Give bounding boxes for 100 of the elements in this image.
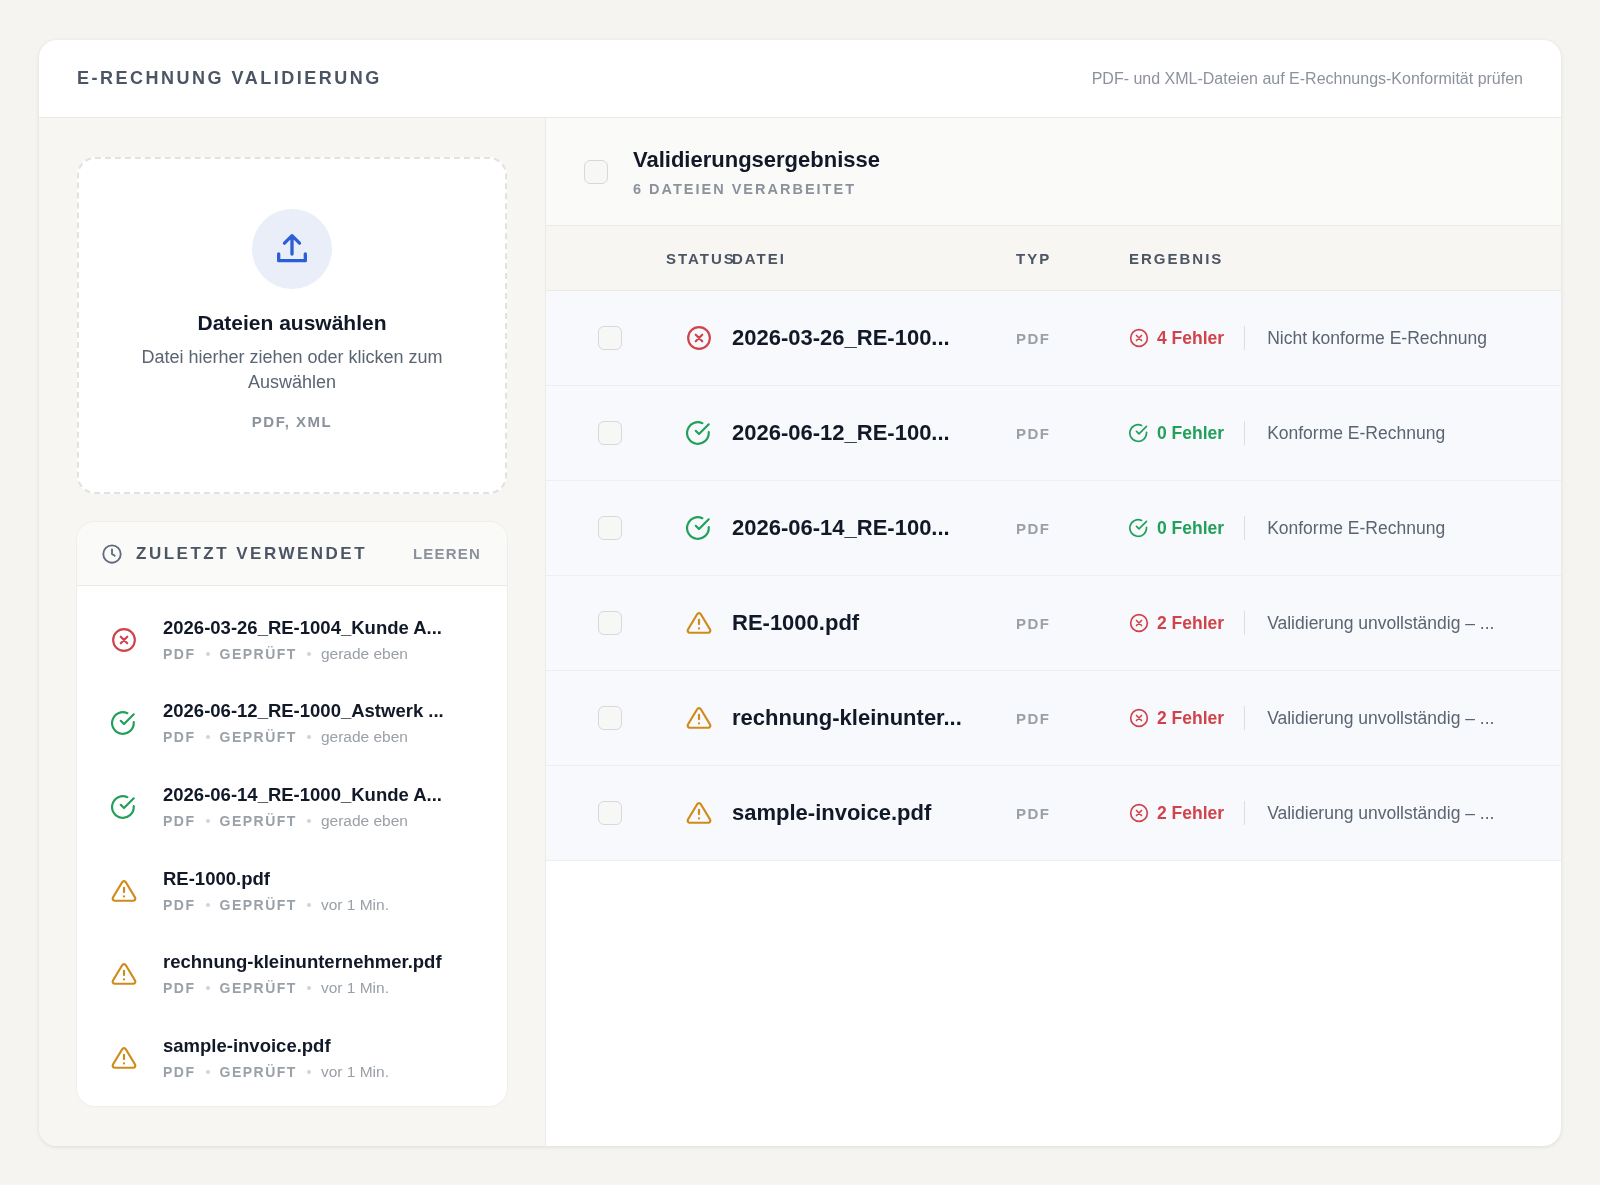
recent-file-item[interactable]: rechnung-kleinunternehmer.pdf PDF GEPRÜFT vor 1 Min. xyxy=(77,932,507,1016)
file-state: GEPRÜFT xyxy=(219,645,297,662)
select-all-checkbox[interactable] xyxy=(584,159,608,184)
recent-file-item[interactable]: 2026-06-14_RE-1000_Kunde A... PDF GEPRÜFT gerade eben xyxy=(77,765,507,849)
error-count: 2 Fehler xyxy=(1157,612,1225,634)
error-icon xyxy=(111,626,137,653)
separator-dot xyxy=(205,902,210,907)
result-message: Konforme E-Rechnung xyxy=(1267,422,1446,444)
file-type: PDF xyxy=(1016,614,1052,632)
warning-icon xyxy=(686,800,712,826)
app-title: E-RECHNUNG VALIDIERUNG xyxy=(77,68,382,89)
error-count: 0 Fehler xyxy=(1157,422,1225,444)
separator-dot xyxy=(205,986,210,991)
row-checkbox[interactable] xyxy=(598,801,622,825)
file-state: GEPRÜFT xyxy=(219,813,297,829)
file-time: gerade eben xyxy=(320,644,408,663)
file-type: PDF xyxy=(163,980,196,997)
error-icon xyxy=(1129,328,1149,348)
result-row[interactable]: sample-invoice.pdf PDF 2 Fehler Validierung unvollständig – ... xyxy=(546,766,1561,861)
file-state: GEPRÜFT xyxy=(219,729,297,746)
file-state: GEPRÜFT xyxy=(219,980,297,997)
file-name: RE-1000.pdf xyxy=(163,867,271,890)
result-row[interactable]: 2026-06-14_RE-100... PDF 0 Fehler Konforme E-Rechnung xyxy=(546,481,1561,576)
file-state: GEPRÜFT xyxy=(219,1063,297,1080)
app-subtitle: PDF- und XML-Dateien auf E-Rechnungs-Konformität prüfen xyxy=(1091,69,1523,88)
file-time: vor 1 Min. xyxy=(320,979,389,998)
file-time: gerade eben xyxy=(320,812,408,830)
file-formats: PDF, XML xyxy=(251,413,333,430)
file-type: PDF xyxy=(163,813,196,829)
result-message: Validierung unvollständig – ... xyxy=(1267,612,1495,634)
results-title: Validierungsergebnisse xyxy=(633,146,880,173)
file-type: PDF xyxy=(1016,709,1052,727)
check-circle-icon xyxy=(111,794,137,820)
result-row[interactable]: RE-1000.pdf PDF 2 Fehler Validierung unvollständig – ... xyxy=(546,576,1561,671)
result-row[interactable]: 2026-03-26_RE-100... PDF 4 Fehler Nicht konforme E-Rechnung xyxy=(546,291,1561,386)
file-type: PDF xyxy=(163,896,196,913)
row-checkbox[interactable] xyxy=(598,421,622,445)
separator-dot xyxy=(205,1069,210,1074)
file-name: 2026-03-26_RE-1004_Kunde A... xyxy=(163,616,442,639)
results-count: 6 DATEIEN VERARBEITET xyxy=(633,180,857,197)
check-circle-icon xyxy=(111,710,137,737)
check-circle-icon xyxy=(686,420,712,446)
file-name: 2026-06-12_RE-100... xyxy=(732,420,951,446)
separator-dot xyxy=(205,819,210,823)
recent-file-item[interactable]: sample-invoice.pdf PDF GEPRÜFT vor 1 Min. xyxy=(77,1015,507,1100)
file-type: PDF xyxy=(163,729,196,746)
result-row[interactable]: rechnung-kleinunter... PDF 2 Fehler Validierung unvollständig – ... xyxy=(546,671,1561,766)
warning-icon xyxy=(111,961,137,988)
file-time: vor 1 Min. xyxy=(320,1062,389,1081)
error-icon xyxy=(686,325,712,351)
file-type: PDF xyxy=(1016,424,1052,442)
separator-dot xyxy=(306,819,311,823)
error-icon xyxy=(1129,803,1149,823)
file-name: rechnung-kleinunter... xyxy=(732,705,963,731)
check-circle-icon xyxy=(686,515,712,541)
clock-icon xyxy=(101,542,123,565)
file-name: 2026-06-14_RE-1000_Kunde A... xyxy=(163,784,442,806)
error-count: 2 Fehler xyxy=(1157,707,1225,729)
file-name: rechnung-kleinunternehmer.pdf xyxy=(163,951,442,974)
column-header: ERGEBNIS xyxy=(1129,249,1225,267)
recent-file-item[interactable]: 2026-03-26_RE-1004_Kunde A... PDF GEPRÜFT gerade eben xyxy=(77,598,507,682)
file-name: sample-invoice.pdf xyxy=(163,1034,332,1057)
recent-file-item[interactable]: RE-1000.pdf PDF GEPRÜFT vor 1 Min. xyxy=(77,848,507,933)
error-count: 4 Fehler xyxy=(1157,327,1225,349)
file-type: PDF xyxy=(1016,519,1052,537)
error-count: 2 Fehler xyxy=(1157,802,1225,824)
check-circle-icon xyxy=(1129,518,1149,538)
separator-dot xyxy=(306,735,311,740)
check-circle-icon xyxy=(1129,423,1149,443)
file-name: 2026-03-26_RE-100... xyxy=(732,325,951,351)
column-header: TYP xyxy=(1016,249,1053,267)
error-count: 0 Fehler xyxy=(1157,517,1225,539)
separator-dot xyxy=(306,902,311,907)
warning-icon xyxy=(111,877,137,904)
separator-dot xyxy=(205,735,210,740)
error-icon xyxy=(1129,613,1149,633)
file-name: RE-1000.pdf xyxy=(732,610,861,636)
row-checkbox[interactable] xyxy=(598,516,622,540)
result-row[interactable]: 2026-06-12_RE-100... PDF 0 Fehler Konforme E-Rechnung xyxy=(546,386,1561,481)
column-header: DATEI xyxy=(732,249,787,267)
file-name: sample-invoice.pdf xyxy=(732,800,933,826)
file-state: GEPRÜFT xyxy=(219,896,297,913)
row-checkbox[interactable] xyxy=(598,706,622,730)
file-type: PDF xyxy=(1016,329,1052,347)
file-type: PDF xyxy=(163,1063,196,1080)
error-icon xyxy=(1129,708,1149,728)
file-time: vor 1 Min. xyxy=(320,895,389,914)
column-header: STATUS xyxy=(666,249,732,267)
result-message: Nicht konforme E-Rechnung xyxy=(1267,327,1487,349)
warning-icon xyxy=(111,1044,137,1071)
separator-dot xyxy=(205,651,210,656)
row-checkbox[interactable] xyxy=(598,326,622,350)
file-name: 2026-06-14_RE-100... xyxy=(732,515,951,541)
warning-icon xyxy=(686,705,712,731)
row-checkbox[interactable] xyxy=(598,611,622,635)
separator-dot xyxy=(306,651,311,656)
file-dropzone[interactable]: Dateien auswählen Datei hierher ziehen oder klicken zum Auswählen PDF, XML xyxy=(77,157,507,494)
dropzone-title: Dateien auswählen xyxy=(197,311,387,335)
recent-file-item[interactable]: 2026-06-12_RE-1000_Astwerk ... PDF GEPRÜFT gerade eben xyxy=(77,681,507,766)
recent-title: ZULETZT VERWENDET xyxy=(136,543,369,564)
